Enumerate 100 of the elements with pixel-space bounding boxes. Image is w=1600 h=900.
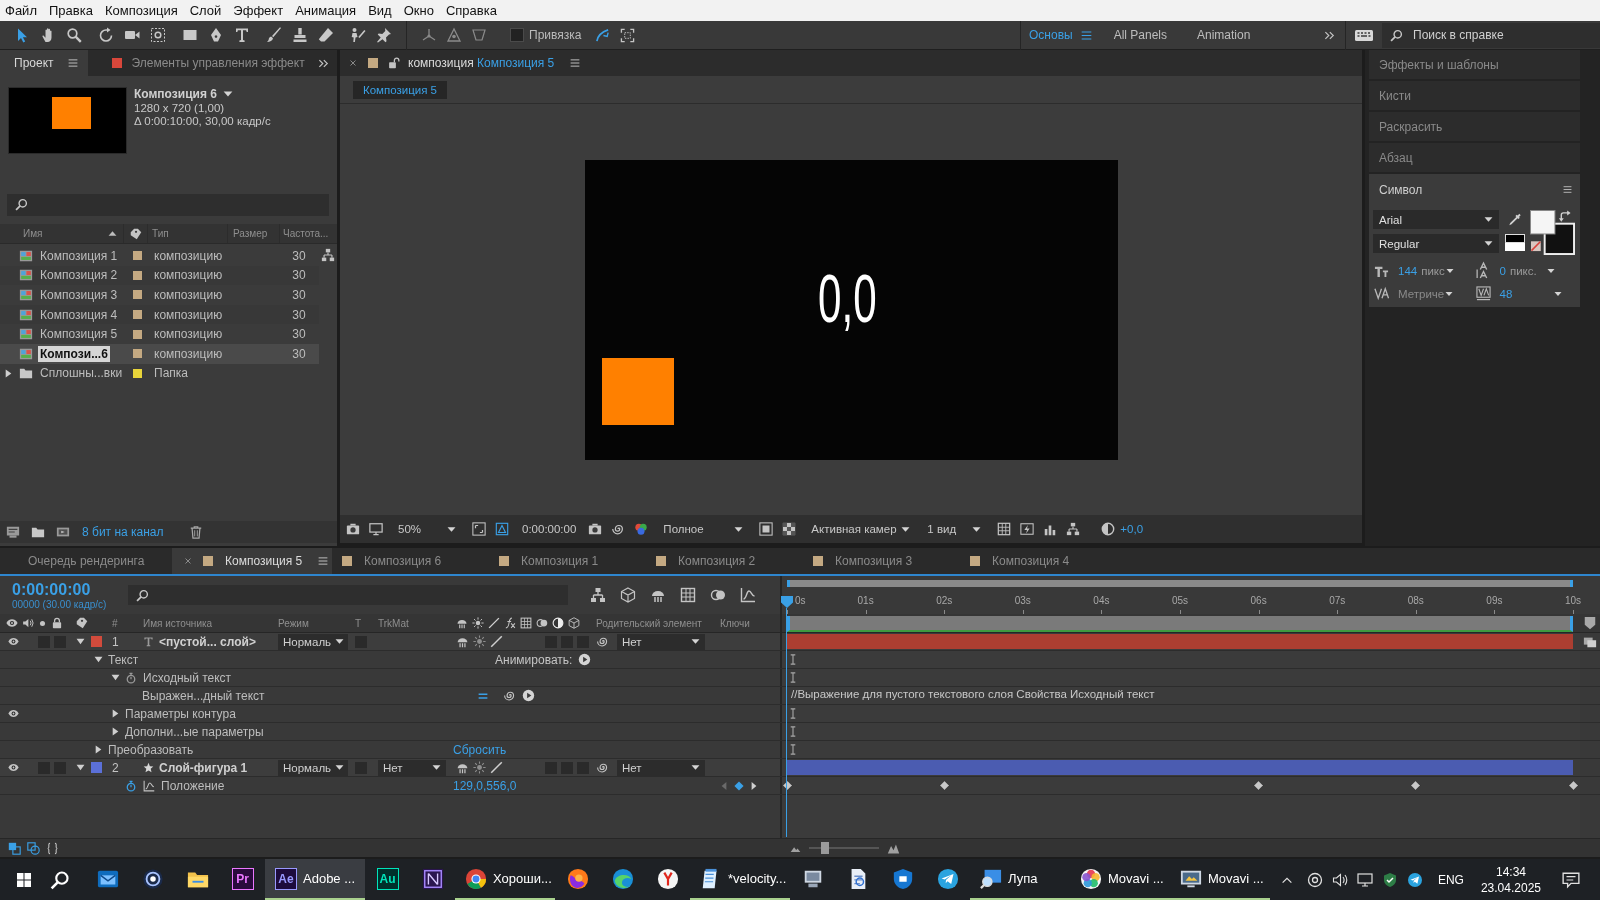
rectangle-icon[interactable] xyxy=(182,27,198,43)
nested-square-icon[interactable] xyxy=(759,522,774,536)
layers-icon[interactable] xyxy=(27,841,40,855)
timeline-tab[interactable]: Композиция 4 xyxy=(960,548,1117,574)
panel-section-header[interactable]: Раскрасить xyxy=(1369,112,1580,141)
windows-icon[interactable] xyxy=(16,871,32,888)
equals-icon[interactable] xyxy=(477,690,489,701)
playhead-handle[interactable] xyxy=(781,596,793,608)
column-header[interactable]: TrkMat xyxy=(378,617,409,629)
timeline-tab[interactable]: Композиция 3 xyxy=(803,548,960,574)
close-icon[interactable] xyxy=(184,557,192,565)
tab-label[interactable]: Композиция 6 xyxy=(364,554,442,568)
pen-icon[interactable] xyxy=(208,27,224,43)
tab-label[interactable]: Композиция 5 xyxy=(225,554,303,568)
caret-icon[interactable] xyxy=(1445,266,1454,275)
animate-label[interactable]: Анимировать: xyxy=(495,652,573,667)
spiral-icon[interactable] xyxy=(596,761,609,774)
taskbar-button[interactable]: Лупа xyxy=(970,859,1070,900)
label-swatch-icon[interactable] xyxy=(132,251,142,261)
keyframe-icon[interactable] xyxy=(1253,780,1265,791)
window-icon[interactable] xyxy=(5,525,21,539)
grid-icon[interactable] xyxy=(680,587,696,603)
axis-icon[interactable] xyxy=(421,27,437,43)
language-indicator[interactable]: ENG xyxy=(1437,872,1464,887)
brush-icon[interactable] xyxy=(266,27,282,43)
roto-brush-icon[interactable] xyxy=(350,27,366,43)
menu-item[interactable]: Слой xyxy=(189,3,222,18)
ring-icon[interactable] xyxy=(1306,871,1323,888)
video-frame-icon[interactable] xyxy=(55,525,71,539)
timeline-tab[interactable]: Очередь рендеринга xyxy=(0,548,172,574)
menu-icon[interactable] xyxy=(1563,185,1572,194)
reset-link[interactable]: Сбросить xyxy=(453,742,507,757)
layer-name[interactable]: Слой-фигура 1 xyxy=(159,760,248,775)
timeline-tab[interactable]: Композиция 1 xyxy=(489,548,646,574)
camera-icon[interactable] xyxy=(346,522,360,536)
axis-icon[interactable] xyxy=(446,27,462,43)
taskbar-button[interactable]: Ae Adobe ... xyxy=(265,859,365,900)
next-key-icon[interactable] xyxy=(750,780,758,791)
padlock-icon[interactable] xyxy=(388,57,400,69)
dome-icon[interactable] xyxy=(456,761,469,774)
taskbar-button[interactable]: *velocity... xyxy=(690,859,790,900)
menu-item[interactable]: Окно xyxy=(403,3,434,18)
caret-icon[interactable] xyxy=(1554,289,1563,298)
label-swatch-icon[interactable] xyxy=(132,290,142,300)
camera-dropdown[interactable]: Активная камер xyxy=(805,519,912,539)
slash-icon[interactable] xyxy=(490,635,503,648)
layer-name[interactable]: <пустой... слой> xyxy=(159,634,256,649)
marker-icon[interactable] xyxy=(1583,616,1597,630)
property-value[interactable]: 129,0,556,0 xyxy=(453,778,517,793)
expression-text[interactable]: //Выражение для пустого текстового слоя Свойства Исходный текст xyxy=(791,688,1155,700)
disclosure-triangle-icon[interactable] xyxy=(4,368,13,378)
menu-item[interactable]: Анимация xyxy=(295,3,357,18)
search-icon[interactable] xyxy=(50,869,70,890)
search-field[interactable] xyxy=(128,585,568,605)
blend-mode-dropdown[interactable]: Нормаль xyxy=(278,759,348,776)
flowchart-icon[interactable] xyxy=(321,248,335,262)
leading-value[interactable]: 0 xyxy=(1499,264,1506,277)
disclosure-triangle-icon[interactable] xyxy=(94,745,103,754)
sun-icon[interactable] xyxy=(473,635,486,648)
flowchart-icon[interactable] xyxy=(590,587,606,603)
help-search-field[interactable]: Поиск в справке xyxy=(1382,22,1600,48)
disclosure-triangle-icon[interactable] xyxy=(111,709,120,718)
spiral-icon[interactable] xyxy=(611,522,626,536)
eyedropper-icon[interactable] xyxy=(1508,212,1522,227)
menu-item[interactable]: Композиция xyxy=(104,3,178,18)
bit-depth-link[interactable]: 8 бит на канал xyxy=(82,525,164,539)
layers-icon[interactable] xyxy=(8,841,21,855)
graph-icon[interactable] xyxy=(143,779,155,792)
chevrons-icon[interactable] xyxy=(318,57,329,69)
workspace-tab[interactable]: Основы xyxy=(1029,28,1073,42)
expand-icon[interactable] xyxy=(620,27,636,43)
overlapping-circles-icon[interactable] xyxy=(710,587,726,603)
menu-icon[interactable] xyxy=(1080,29,1092,41)
caret-icon[interactable] xyxy=(1546,266,1555,275)
shield-icon[interactable] xyxy=(1381,871,1398,888)
column-header[interactable]: T xyxy=(355,617,362,629)
menu-icon[interactable] xyxy=(318,556,329,566)
column-header[interactable]: Имя источника xyxy=(143,617,213,629)
resolution-dropdown[interactable]: Полное xyxy=(657,519,750,539)
default-colors-icon[interactable] xyxy=(1505,234,1525,251)
disclosure-triangle-icon[interactable] xyxy=(111,727,120,736)
caret-icon[interactable] xyxy=(1445,289,1454,298)
clock-time[interactable]: 14:34 xyxy=(1495,863,1526,880)
stamp-icon[interactable] xyxy=(292,27,308,43)
column-header[interactable]: Тип xyxy=(152,228,169,239)
dome-icon[interactable] xyxy=(456,635,469,648)
disclosure-triangle-icon[interactable] xyxy=(94,655,103,664)
disclosure-triangle-icon[interactable] xyxy=(76,763,85,772)
checkbox[interactable] xyxy=(510,28,524,42)
axis-icon[interactable] xyxy=(471,27,487,43)
play-circle-icon[interactable] xyxy=(522,689,535,702)
keyframe-icon[interactable] xyxy=(938,780,950,791)
disclosure-triangle-icon[interactable] xyxy=(111,673,120,682)
play-circle-icon[interactable] xyxy=(578,653,592,666)
column-header[interactable]: Размер xyxy=(233,228,268,239)
close-icon[interactable] xyxy=(349,59,357,67)
taskbar-button[interactable]: Хороши... xyxy=(455,859,555,900)
tab-label[interactable]: Композиция 1 xyxy=(521,554,599,568)
panel-tab[interactable]: Элементы управления эффект xyxy=(97,50,315,76)
monitor-icon[interactable] xyxy=(1356,871,1373,888)
